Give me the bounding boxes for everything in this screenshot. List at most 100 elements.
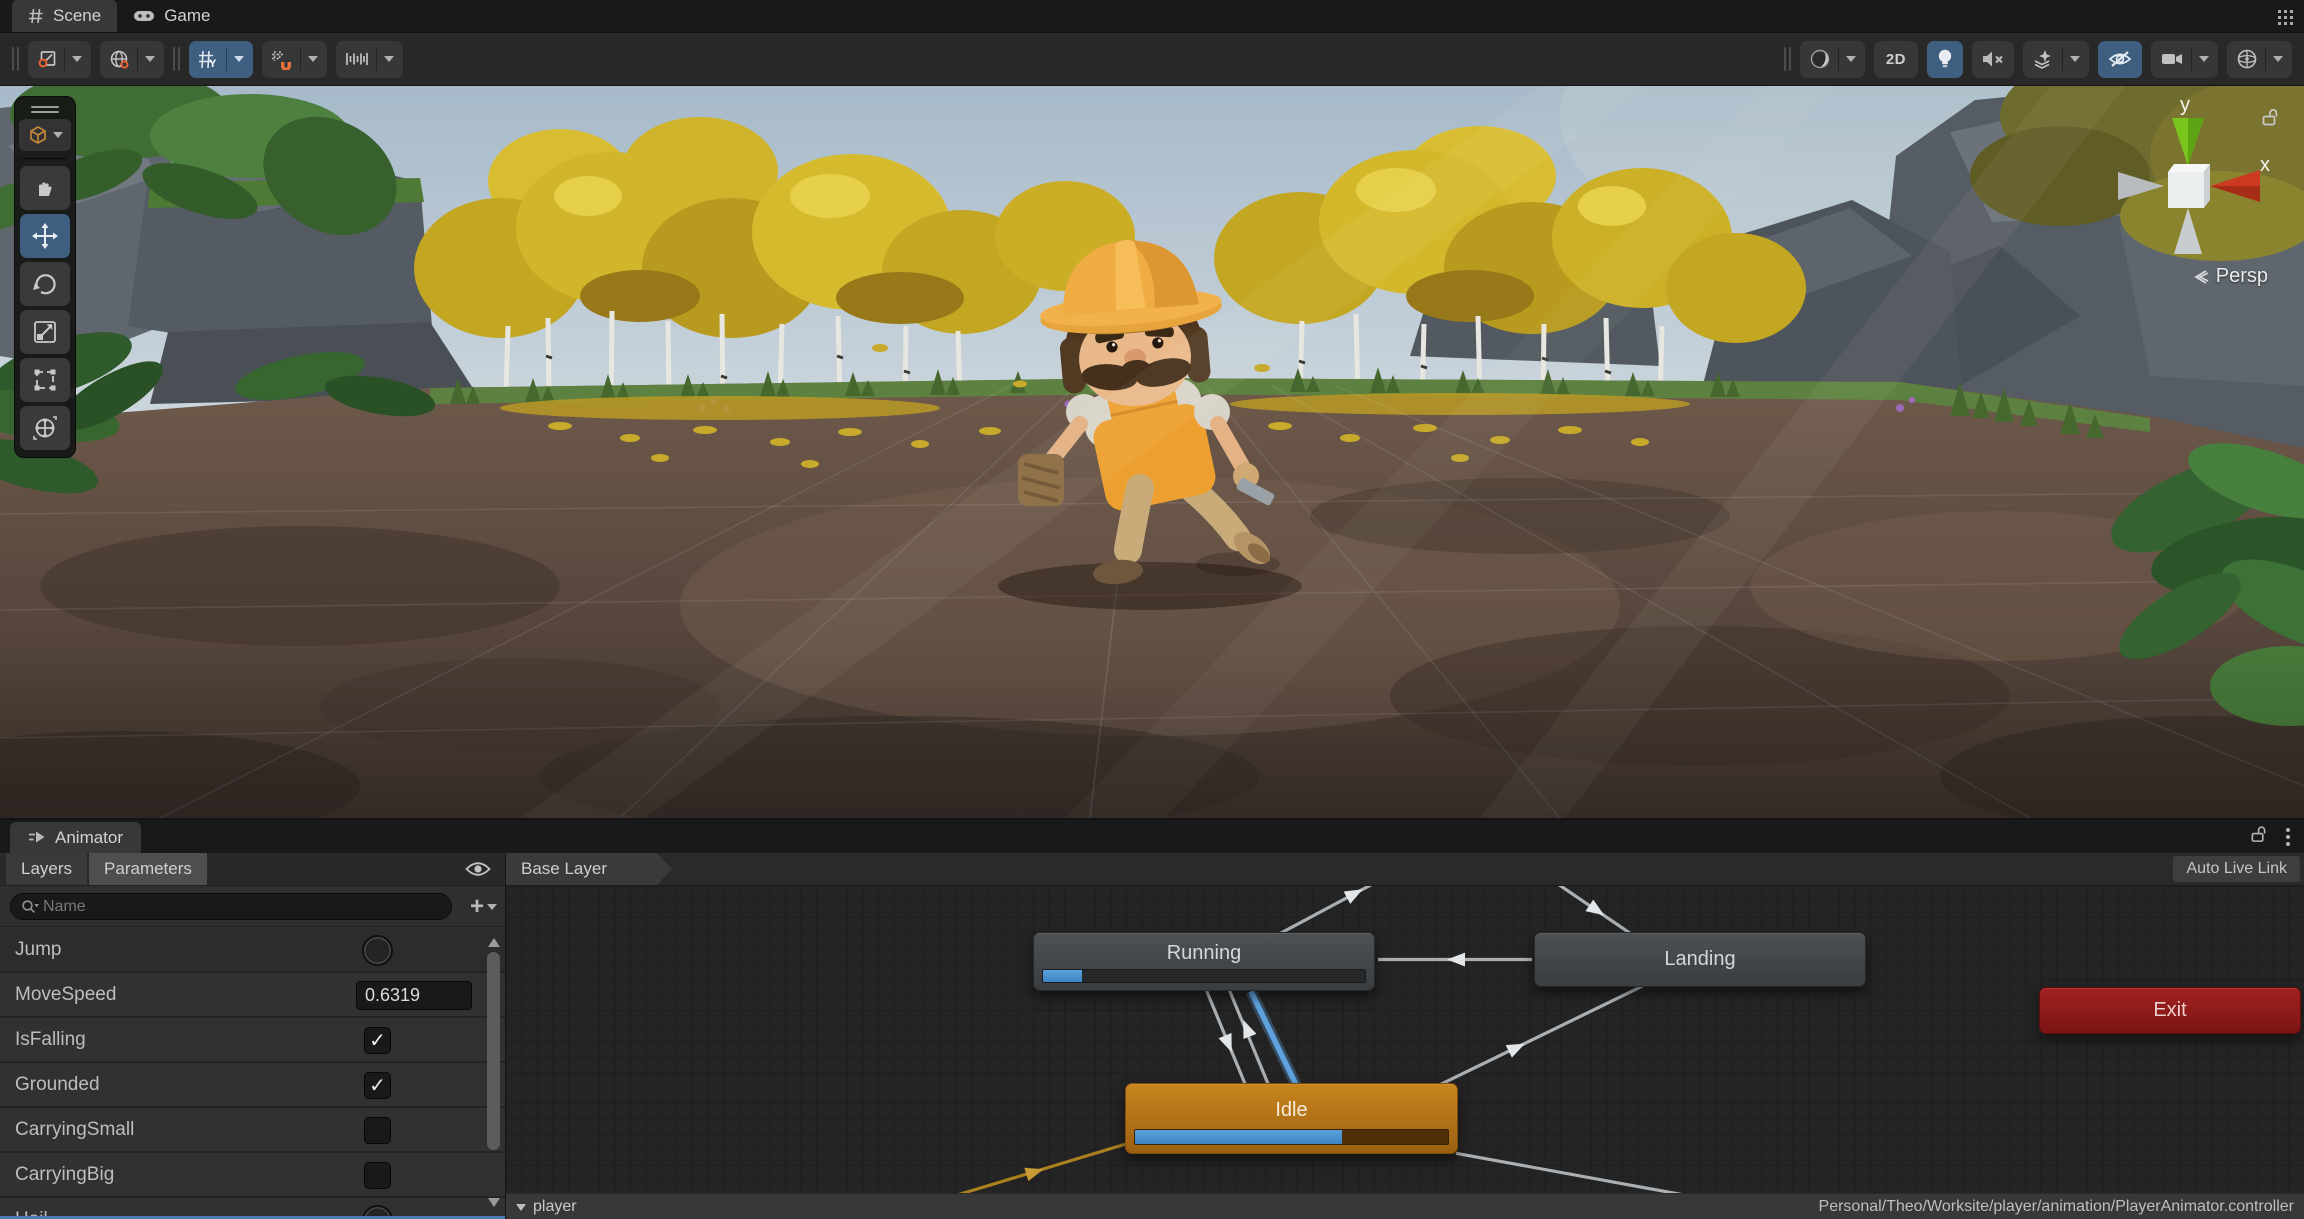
dropdown-caret-icon xyxy=(2070,56,2080,67)
scene-viewport[interactable]: y x Persp xyxy=(0,86,2304,818)
panel-lock-icon[interactable] xyxy=(2250,825,2268,849)
gizmo-x-axis-label[interactable]: x xyxy=(2260,154,2270,177)
state-machine-graph[interactable]: Running Landing Idle xyxy=(506,886,2304,1193)
playback-progress-fill xyxy=(1135,1130,1342,1144)
state-node-exit[interactable]: Exit xyxy=(2039,987,2301,1034)
tool-palette xyxy=(14,96,76,458)
grid-visibility-button[interactable]: Y xyxy=(189,41,253,78)
animator-status-bar: player Personal/Theo/Worksite/player/ani… xyxy=(506,1193,2304,1219)
bool-checkbox[interactable]: ✓ xyxy=(364,1162,391,1189)
parameter-row[interactable]: Jump xyxy=(0,928,505,973)
parameter-name: MoveSpeed xyxy=(15,984,116,1006)
animator-panel: Animator Layers Parameters xyxy=(0,818,2304,1219)
search-input[interactable] xyxy=(43,898,441,916)
dropdown-caret-icon xyxy=(145,56,155,67)
dropdown-caret-icon xyxy=(308,56,318,67)
hidden-objects-button[interactable] xyxy=(2098,41,2142,78)
gizmos-toggle-button[interactable] xyxy=(2227,41,2292,78)
breadcrumb-base-layer[interactable]: Base Layer xyxy=(506,853,672,885)
tab-parameters[interactable]: Parameters xyxy=(89,853,207,885)
pivot-mode-button[interactable] xyxy=(19,119,71,151)
view-hand-tool[interactable] xyxy=(20,166,70,210)
move-icon xyxy=(32,223,58,249)
tab-animator[interactable]: Animator xyxy=(10,822,141,853)
axis-gizmo[interactable] xyxy=(2110,110,2270,260)
scroll-down-icon[interactable] xyxy=(488,1198,500,1213)
rect-tool[interactable] xyxy=(20,358,70,402)
scale-icon xyxy=(33,320,57,344)
state-node-idle-active[interactable]: Idle xyxy=(1125,1083,1458,1154)
search-field[interactable] xyxy=(10,893,452,920)
float-field[interactable] xyxy=(356,981,472,1010)
hand-icon xyxy=(33,176,57,200)
tab-animator-label: Animator xyxy=(55,828,123,848)
search-icon xyxy=(21,899,39,915)
gizmo-y-axis-label[interactable]: y xyxy=(2180,94,2190,117)
rect-icon xyxy=(33,368,57,392)
effects-button[interactable] xyxy=(2023,41,2089,78)
watch-eye-icon[interactable] xyxy=(465,861,491,882)
dropdown-caret-icon xyxy=(2273,56,2283,67)
animated-target-name[interactable]: player xyxy=(533,1198,577,1216)
dropdown-caret-icon xyxy=(1846,56,1856,67)
unity-editor-window: Scene Game xyxy=(0,0,2304,1219)
palette-drag-handle[interactable] xyxy=(31,103,59,115)
controller-path: Personal/Theo/Worksite/player/animation/… xyxy=(1819,1198,2294,1216)
snap-increment-button[interactable] xyxy=(336,41,403,78)
audio-muted-button[interactable] xyxy=(1972,41,2014,78)
dropdown-caret-icon xyxy=(72,56,82,67)
panel-menu-icon[interactable] xyxy=(2286,828,2290,846)
tab-layers[interactable]: Layers xyxy=(6,853,87,885)
auto-live-link-button[interactable]: Auto Live Link xyxy=(2173,856,2300,882)
transform-tool[interactable] xyxy=(20,406,70,450)
state-node-landing[interactable]: Landing xyxy=(1534,932,1866,987)
scroll-thumb[interactable] xyxy=(487,952,500,1150)
parameter-row[interactable]: MoveSpeed xyxy=(0,973,505,1018)
shading-mode-button[interactable] xyxy=(1800,41,1865,78)
state-machine-pane: Base Layer Auto Live Link xyxy=(506,853,2304,1219)
tab-game-label: Game xyxy=(164,6,210,26)
mode-2d-label: 2D xyxy=(1883,51,1909,68)
dropdown-caret-icon xyxy=(234,56,244,67)
animator-icon xyxy=(28,830,46,845)
add-parameter-button[interactable]: + xyxy=(470,892,497,921)
state-node-running[interactable]: Running xyxy=(1033,932,1375,991)
parameter-row[interactable]: IsFalling ✓ xyxy=(0,1018,505,1063)
bool-checkbox[interactable]: ✓ xyxy=(364,1072,391,1099)
bool-checkbox[interactable]: ✓ xyxy=(364,1027,391,1054)
bool-checkbox[interactable]: ✓ xyxy=(364,1117,391,1144)
parameter-row[interactable]: Grounded ✓ xyxy=(0,1063,505,1108)
gizmo-lock-icon[interactable] xyxy=(2261,108,2280,132)
parameter-list: Jump MoveSpeed IsFalling ✓ Grounded ✓ xyxy=(0,928,505,1219)
parameter-row[interactable]: CarryingSmall ✓ xyxy=(0,1108,505,1153)
projection-toggle[interactable]: Persp xyxy=(2192,265,2268,288)
scale-tool[interactable] xyxy=(20,310,70,354)
view-tabbar: Scene Game xyxy=(0,0,2304,33)
parameter-search-row: + xyxy=(0,886,505,927)
dropdown-caret-icon xyxy=(2199,56,2209,67)
window-grid-menu-icon[interactable] xyxy=(2274,6,2296,28)
grid-snapping-button[interactable] xyxy=(262,41,327,78)
state-label: Running xyxy=(1167,942,1242,965)
parameter-row[interactable]: CarryingBig ✓ xyxy=(0,1153,505,1198)
rotate-tool[interactable] xyxy=(20,262,70,306)
transition-progress-track xyxy=(1042,969,1366,983)
scene-lighting-button[interactable] xyxy=(1927,41,1963,78)
move-tool[interactable] xyxy=(20,214,70,258)
scroll-up-icon[interactable] xyxy=(488,932,500,947)
scene-camera-button[interactable] xyxy=(2151,41,2218,78)
tool-handle-rotation-button[interactable] xyxy=(100,41,164,78)
scene-render[interactable] xyxy=(0,86,2304,818)
parameter-name: Jump xyxy=(15,939,61,961)
target-dropdown-caret-icon[interactable] xyxy=(516,1204,526,1216)
layer-breadcrumb-bar: Base Layer Auto Live Link xyxy=(506,853,2304,886)
tab-game[interactable]: Game xyxy=(117,0,226,32)
parameter-scrollbar[interactable] xyxy=(485,930,502,1213)
tool-handle-position-button[interactable] xyxy=(28,41,91,78)
tab-scene[interactable]: Scene xyxy=(12,0,117,32)
toolbar-drag-handle[interactable] xyxy=(12,47,19,71)
mode-2d-button[interactable]: 2D xyxy=(1874,41,1918,78)
scene-view-toolbar: Y 2D xyxy=(0,33,2304,86)
trigger-radio[interactable] xyxy=(362,935,393,966)
transition-progress-fill xyxy=(1043,970,1082,982)
